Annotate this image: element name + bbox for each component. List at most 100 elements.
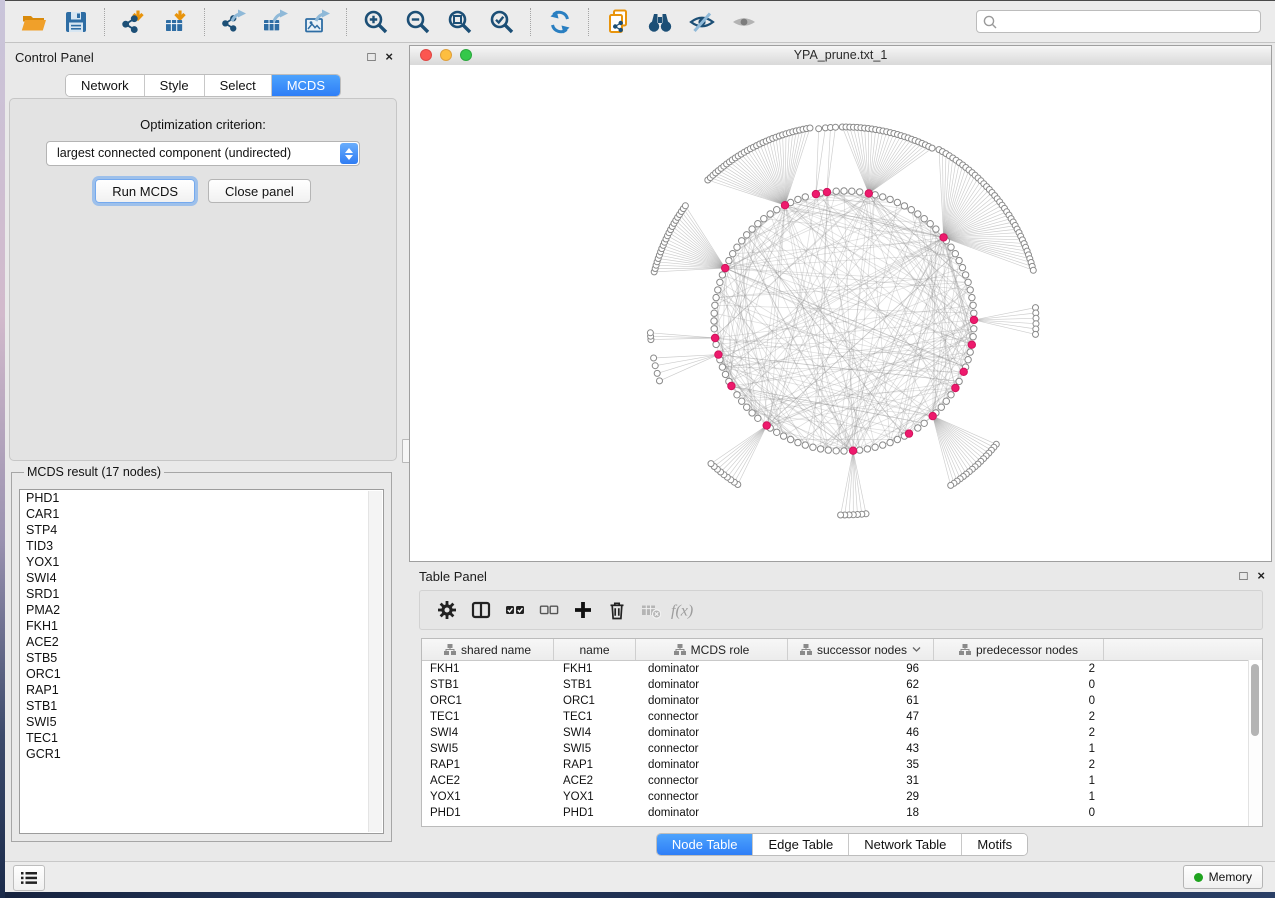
graph-node[interactable] (711, 326, 717, 332)
graph-node[interactable] (739, 398, 745, 404)
mcds-result-item[interactable]: SWI5 (20, 714, 383, 730)
graph-node[interactable] (857, 447, 863, 453)
close-window-icon[interactable] (420, 49, 432, 61)
graph-leaf-node[interactable] (833, 124, 839, 130)
mcds-result-item[interactable]: ORC1 (20, 666, 383, 682)
graph-hub-node[interactable] (865, 190, 872, 197)
panel-splitter[interactable] (401, 43, 409, 862)
function-builder-button[interactable]: f(x) (668, 597, 702, 623)
mcds-result-item[interactable]: YOX1 (20, 554, 383, 570)
graph-hub-node[interactable] (905, 430, 912, 437)
hide-selected-button[interactable] (687, 7, 717, 37)
graph-node[interactable] (780, 433, 786, 439)
graph-node[interactable] (787, 436, 793, 442)
graph-hub-node[interactable] (940, 234, 947, 241)
mcds-result-item[interactable]: ACE2 (20, 634, 383, 650)
apply-layout-button[interactable] (545, 7, 575, 37)
graph-node[interactable] (810, 444, 816, 450)
column-header-MCDS-role[interactable]: MCDS role (636, 639, 788, 660)
delete-columns-button[interactable] (634, 597, 668, 623)
network-from-selection-button[interactable] (603, 7, 633, 37)
graph-node[interactable] (965, 357, 971, 363)
column-header-predecessor-nodes[interactable]: predecessor nodes (934, 639, 1104, 660)
graph-node[interactable] (734, 392, 740, 398)
graph-leaf-node[interactable] (1033, 331, 1039, 337)
graph-node[interactable] (849, 188, 855, 194)
tab-style[interactable]: Style (145, 75, 205, 96)
graph-leaf-node[interactable] (1030, 267, 1036, 273)
table-row[interactable]: YOX1YOX1connector291 (422, 789, 1262, 805)
graph-node[interactable] (719, 272, 725, 278)
table-row[interactable]: SWI5SWI5connector431 (422, 741, 1262, 757)
graph-node[interactable] (833, 188, 839, 194)
graph-node[interactable] (749, 226, 755, 232)
graph-node[interactable] (857, 189, 863, 195)
column-header-name[interactable]: name (554, 639, 636, 660)
graph-hub-node[interactable] (968, 341, 975, 348)
graph-node[interactable] (880, 442, 886, 448)
graph-leaf-node[interactable] (647, 330, 653, 336)
show-all-button[interactable] (729, 7, 759, 37)
graph-node[interactable] (802, 194, 808, 200)
tab-edge-table[interactable]: Edge Table (753, 834, 849, 855)
mcds-result-item[interactable]: TID3 (20, 538, 383, 554)
graph-node[interactable] (739, 238, 745, 244)
unselect-all-rows-button[interactable] (532, 597, 566, 623)
graph-node[interactable] (833, 448, 839, 454)
graph-node[interactable] (933, 226, 939, 232)
show-panels-button[interactable] (13, 865, 45, 891)
graph-node[interactable] (744, 404, 750, 410)
graph-node[interactable] (841, 188, 847, 194)
graph-node[interactable] (795, 439, 801, 445)
table-options-button[interactable] (430, 597, 464, 623)
graph-leaf-node[interactable] (929, 145, 935, 151)
mcds-result-item[interactable]: CAR1 (20, 506, 383, 522)
select-all-rows-button[interactable] (498, 597, 532, 623)
mcds-result-item[interactable]: STB5 (20, 650, 383, 666)
graph-node[interactable] (970, 334, 976, 340)
graph-hub-node[interactable] (728, 382, 735, 389)
mcds-result-item[interactable]: TEC1 (20, 730, 383, 746)
search-network-button[interactable] (645, 7, 675, 37)
delete-rows-button[interactable] (600, 597, 634, 623)
graph-node[interactable] (774, 207, 780, 213)
graph-node[interactable] (965, 279, 971, 285)
graph-node[interactable] (730, 251, 736, 257)
table-row[interactable]: TEC1TEC1connector472 (422, 709, 1262, 725)
graph-leaf-node[interactable] (652, 363, 658, 369)
graph-node[interactable] (927, 221, 933, 227)
graph-node[interactable] (711, 318, 717, 324)
graph-node[interactable] (713, 294, 719, 300)
graph-node[interactable] (959, 264, 965, 270)
mcds-result-item[interactable]: STP4 (20, 522, 383, 538)
optimization-criterion-select[interactable]: largest connected component (undirected) (46, 141, 360, 166)
close-panel-icon[interactable]: × (385, 48, 393, 66)
graph-hub-node[interactable] (763, 422, 770, 429)
table-scrollbar[interactable] (1248, 660, 1262, 826)
tab-network[interactable]: Network (66, 75, 145, 96)
close-panel-button[interactable]: Close panel (208, 179, 311, 203)
graph-node[interactable] (767, 211, 773, 217)
graph-node[interactable] (734, 244, 740, 250)
import-network-button[interactable] (119, 7, 149, 37)
graph-node[interactable] (901, 203, 907, 209)
mcds-result-item[interactable]: PMA2 (20, 602, 383, 618)
graph-node[interactable] (872, 444, 878, 450)
add-row-button[interactable] (566, 597, 600, 623)
graph-leaf-node[interactable] (654, 370, 660, 376)
table-row[interactable]: SWI4SWI4dominator462 (422, 725, 1262, 741)
graph-node[interactable] (915, 211, 921, 217)
graph-node[interactable] (948, 392, 954, 398)
zoom-fit-button[interactable] (445, 7, 475, 37)
export-image-button[interactable] (303, 7, 333, 37)
graph-hub-node[interactable] (952, 384, 959, 391)
graph-hub-node[interactable] (812, 190, 819, 197)
graph-node[interactable] (971, 310, 977, 316)
graph-node[interactable] (880, 194, 886, 200)
minimize-window-icon[interactable] (440, 49, 452, 61)
mcds-result-item[interactable]: GCR1 (20, 746, 383, 762)
graph-node[interactable] (948, 244, 954, 250)
graph-node[interactable] (713, 341, 719, 347)
import-table-button[interactable] (161, 7, 191, 37)
graph-leaf-node[interactable] (657, 378, 663, 384)
